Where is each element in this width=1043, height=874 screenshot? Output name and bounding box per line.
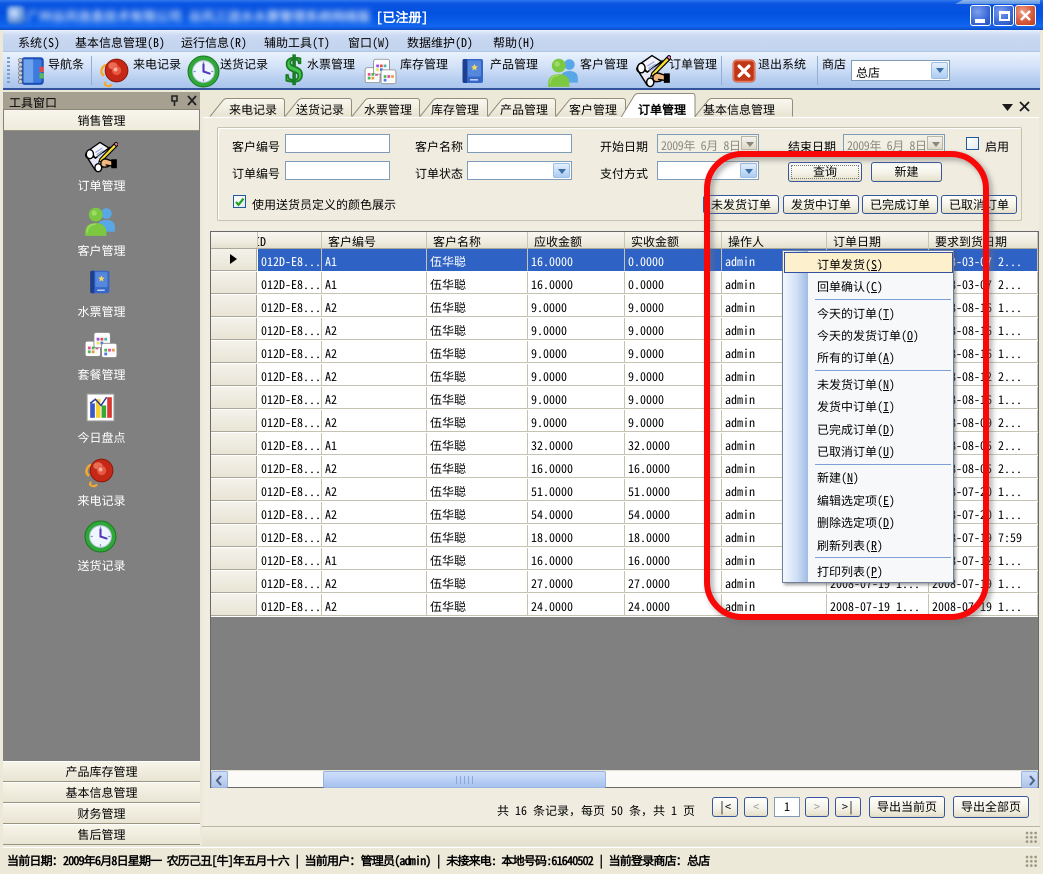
svg-text:$: $	[285, 53, 303, 87]
